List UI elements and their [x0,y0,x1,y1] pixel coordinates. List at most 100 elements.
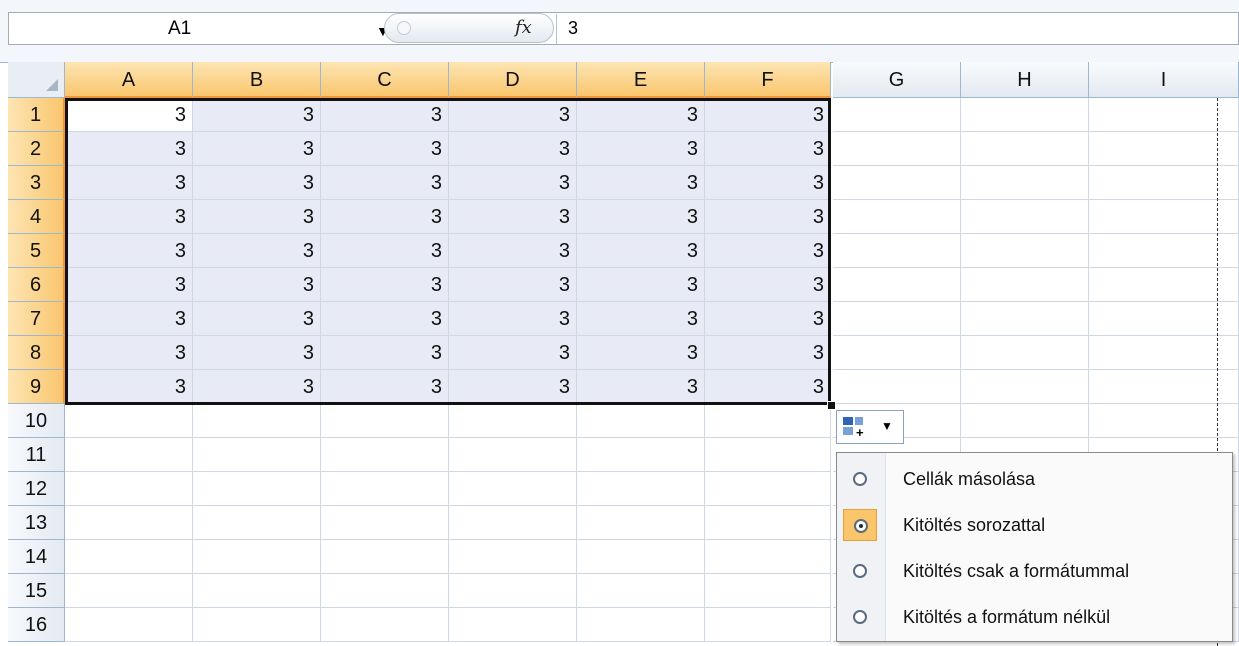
cell-f4[interactable]: 3 [705,200,831,234]
cell-f2[interactable]: 3 [705,132,831,166]
row-header-15[interactable]: 15 [8,574,65,608]
cell-h9[interactable] [961,370,1089,404]
menu-item-label[interactable]: Cellák másolása [903,469,1035,490]
row-header-8[interactable]: 8 [8,336,65,370]
row-header-3[interactable]: 3 [8,166,65,200]
cell-c1[interactable]: 3 [321,98,449,132]
cell-a16[interactable] [65,608,193,642]
cell-b13[interactable] [193,506,321,540]
cell-b8[interactable]: 3 [193,336,321,370]
menu-item-label[interactable]: Kitöltés csak a formátummal [903,561,1129,582]
cell-f3[interactable]: 3 [705,166,831,200]
cell-c3[interactable]: 3 [321,166,449,200]
cell-h10[interactable] [961,404,1089,438]
cell-e16[interactable] [577,608,705,642]
cell-a5[interactable]: 3 [65,234,193,268]
cell-d14[interactable] [449,540,577,574]
cell-h3[interactable] [961,166,1089,200]
cell-b15[interactable] [193,574,321,608]
menu-item-label[interactable]: Kitöltés a formátum nélkül [903,607,1110,628]
cell-d1[interactable]: 3 [449,98,577,132]
cell-h1[interactable] [961,98,1089,132]
cell-d6[interactable]: 3 [449,268,577,302]
cell-d9[interactable]: 3 [449,370,577,404]
cell-f12[interactable] [705,472,831,506]
formula-input[interactable]: 3 [568,18,578,39]
cell-b12[interactable] [193,472,321,506]
cell-b6[interactable]: 3 [193,268,321,302]
row-header-4[interactable]: 4 [8,200,65,234]
cell-e5[interactable]: 3 [577,234,705,268]
cell-f14[interactable] [705,540,831,574]
cell-f5[interactable]: 3 [705,234,831,268]
cell-a4[interactable]: 3 [65,200,193,234]
row-header-2[interactable]: 2 [8,132,65,166]
cell-d16[interactable] [449,608,577,642]
cell-b16[interactable] [193,608,321,642]
cell-a1[interactable]: 3 [65,98,193,132]
cell-a13[interactable] [65,506,193,540]
cell-a11[interactable] [65,438,193,472]
menu-item-copy-cells[interactable]: Cellák másolása [837,457,1232,501]
cell-g6[interactable] [833,268,961,302]
cell-c14[interactable] [321,540,449,574]
cell-d5[interactable]: 3 [449,234,577,268]
cell-h2[interactable] [961,132,1089,166]
select-all-corner[interactable] [8,62,65,98]
cell-f16[interactable] [705,608,831,642]
cell-d7[interactable]: 3 [449,302,577,336]
radio-box[interactable] [843,601,877,633]
insert-function-icon[interactable]: fx [515,17,532,38]
cell-a6[interactable]: 3 [65,268,193,302]
cell-e6[interactable]: 3 [577,268,705,302]
cell-a3[interactable]: 3 [65,166,193,200]
cell-e12[interactable] [577,472,705,506]
cell-f6[interactable]: 3 [705,268,831,302]
column-header-a[interactable]: A [65,62,193,98]
cell-h4[interactable] [961,200,1089,234]
cell-b4[interactable]: 3 [193,200,321,234]
cell-f10[interactable] [705,404,831,438]
row-header-14[interactable]: 14 [8,540,65,574]
row-header-13[interactable]: 13 [8,506,65,540]
cell-e1[interactable]: 3 [577,98,705,132]
cell-d13[interactable] [449,506,577,540]
row-header-9[interactable]: 9 [8,370,65,404]
name-box-value[interactable]: A1 [168,18,191,40]
column-header-g[interactable]: G [833,62,961,98]
cell-e4[interactable]: 3 [577,200,705,234]
cell-e10[interactable] [577,404,705,438]
radio-icon[interactable] [853,564,867,578]
menu-item-fill-without-formatting[interactable]: Kitöltés a formátum nélkül [837,595,1232,639]
cell-f15[interactable] [705,574,831,608]
cell-b14[interactable] [193,540,321,574]
cell-f1[interactable]: 3 [705,98,831,132]
row-header-6[interactable]: 6 [8,268,65,302]
row-header-1[interactable]: 1 [8,98,65,132]
cell-b7[interactable]: 3 [193,302,321,336]
row-header-16[interactable]: 16 [8,608,65,642]
cell-e13[interactable] [577,506,705,540]
cell-g1[interactable] [833,98,961,132]
cell-g5[interactable] [833,234,961,268]
radio-checked-icon[interactable] [854,519,868,533]
cell-b5[interactable]: 3 [193,234,321,268]
cell-a7[interactable]: 3 [65,302,193,336]
cell-e8[interactable]: 3 [577,336,705,370]
cell-d4[interactable]: 3 [449,200,577,234]
cell-c4[interactable]: 3 [321,200,449,234]
cell-h5[interactable] [961,234,1089,268]
cell-e7[interactable]: 3 [577,302,705,336]
cell-c10[interactable] [321,404,449,438]
cell-c9[interactable]: 3 [321,370,449,404]
column-header-c[interactable]: C [321,62,449,98]
cell-g2[interactable] [833,132,961,166]
column-header-e[interactable]: E [577,62,705,98]
cell-e9[interactable]: 3 [577,370,705,404]
cell-a15[interactable] [65,574,193,608]
column-header-d[interactable]: D [449,62,577,98]
row-header-10[interactable]: 10 [8,404,65,438]
cell-f13[interactable] [705,506,831,540]
menu-item-fill-series[interactable]: Kitöltés sorozattal [837,503,1232,547]
cell-g9[interactable] [833,370,961,404]
